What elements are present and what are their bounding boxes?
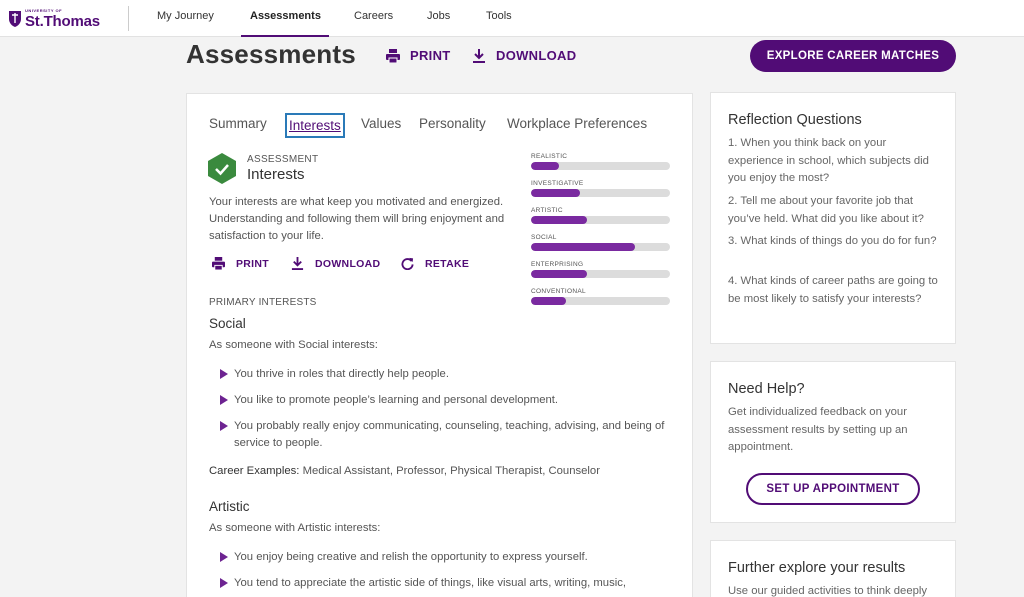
interest-bar-fill bbox=[531, 243, 636, 251]
top-nav: UNIVERSITY OF St.Thomas My Journey Asses… bbox=[0, 0, 1024, 37]
list-item: You like to promote people’s learning an… bbox=[220, 392, 670, 409]
page-title: Assessments bbox=[186, 39, 356, 69]
list-item: You tend to appreciate the artistic side… bbox=[220, 575, 670, 592]
card-print-label: PRINT bbox=[236, 257, 269, 270]
header-print-button[interactable]: PRINT bbox=[386, 48, 451, 63]
interest-bar-fill bbox=[531, 162, 559, 170]
download-icon bbox=[291, 257, 304, 270]
nav-assessments[interactable]: Assessments bbox=[250, 10, 321, 22]
nav-my-journey[interactable]: My Journey bbox=[157, 10, 214, 22]
social-title: Social bbox=[209, 316, 246, 331]
checkmark-hexagon-icon bbox=[208, 153, 236, 184]
reflection-question-2: 2. Tell me about your favorite job that … bbox=[728, 195, 924, 225]
tab-personality[interactable]: Personality bbox=[419, 116, 486, 131]
shield-icon bbox=[9, 11, 21, 27]
nav-divider bbox=[128, 6, 129, 31]
reflection-question-3: 3. What kinds of things do you do for fu… bbox=[728, 235, 937, 247]
set-up-appointment-button[interactable]: SET UP APPOINTMENT bbox=[746, 473, 920, 505]
nav-careers[interactable]: Careers bbox=[354, 10, 393, 22]
nav-active-indicator bbox=[241, 35, 329, 37]
interest-bar-label: ENTERPRISING bbox=[531, 261, 584, 268]
primary-interests-label: PRIMARY INTERESTS bbox=[209, 297, 317, 308]
interest-bar-label: CONVENTIONAL bbox=[531, 288, 586, 295]
social-intro: As someone with Social interests: bbox=[209, 339, 378, 351]
triangle-bullet-icon bbox=[220, 421, 228, 431]
nav-tools[interactable]: Tools bbox=[486, 10, 512, 22]
artistic-intro: As someone with Artistic interests: bbox=[209, 522, 381, 534]
reflection-question-4: 4. What kinds of career paths are going … bbox=[728, 275, 938, 305]
card-retake-button[interactable]: RETAKE bbox=[401, 257, 469, 270]
explore-career-matches-button[interactable]: EXPLORE CAREER MATCHES bbox=[750, 40, 956, 72]
interest-bar-fill bbox=[531, 270, 587, 278]
interest-bar-realistic: REALISTIC bbox=[531, 153, 671, 170]
interest-bar-label: SOCIAL bbox=[531, 234, 557, 241]
list-item: You thrive in roles that directly help p… bbox=[220, 366, 670, 383]
tab-workplace-preferences[interactable]: Workplace Preferences bbox=[507, 116, 647, 131]
interest-bar-social: SOCIAL bbox=[531, 234, 671, 251]
interest-bar-fill bbox=[531, 189, 580, 197]
list-item: You enjoy being creative and relish the … bbox=[220, 549, 670, 566]
download-icon bbox=[473, 48, 485, 63]
career-examples-label: Career Examples: bbox=[209, 465, 300, 477]
card-print-button[interactable]: PRINT bbox=[212, 257, 269, 270]
social-career-examples: Career Examples: Medical Assistant, Prof… bbox=[209, 465, 600, 477]
explore-title: Further explore your results bbox=[728, 560, 906, 576]
triangle-bullet-icon bbox=[220, 578, 228, 588]
triangle-bullet-icon bbox=[220, 395, 228, 405]
interest-bar-label: ARTISTIC bbox=[531, 207, 563, 214]
printer-icon bbox=[212, 257, 225, 270]
card-retake-label: RETAKE bbox=[425, 257, 470, 270]
explore-text: Use our guided activities to think deepl… bbox=[728, 585, 928, 597]
interest-bar-conventional: CONVENTIONAL bbox=[531, 288, 671, 305]
tab-values[interactable]: Values bbox=[361, 116, 401, 131]
help-title: Need Help? bbox=[728, 381, 805, 397]
header-download-label: DOWNLOAD bbox=[496, 48, 577, 63]
university-logo[interactable]: UNIVERSITY OF St.Thomas bbox=[8, 7, 100, 31]
interest-bar-label: INVESTIGATIVE bbox=[531, 180, 584, 187]
header-download-button[interactable]: DOWNLOAD bbox=[472, 48, 576, 63]
interest-bar-investigative: INVESTIGATIVE bbox=[531, 180, 671, 197]
interest-bar-fill bbox=[531, 216, 587, 224]
header-print-label: PRINT bbox=[410, 48, 451, 63]
card-download-label: DOWNLOAD bbox=[315, 257, 381, 270]
interest-bar-fill bbox=[531, 297, 566, 305]
interest-bar-label: REALISTIC bbox=[531, 153, 568, 160]
triangle-bullet-icon bbox=[220, 552, 228, 562]
tab-interests-label: Interests bbox=[289, 118, 341, 133]
interest-bar-enterprising: ENTERPRISING bbox=[531, 261, 671, 278]
assessment-description: Your interests are what keep you motivat… bbox=[209, 196, 505, 242]
help-text: Get individualized feedback on your asse… bbox=[728, 406, 908, 453]
assessment-name: Interests bbox=[247, 166, 305, 183]
tab-summary[interactable]: Summary bbox=[209, 116, 267, 131]
tab-interests[interactable]: Interests bbox=[285, 113, 345, 138]
interest-bar-artistic: ARTISTIC bbox=[531, 207, 671, 224]
artistic-title: Artistic bbox=[209, 499, 250, 514]
retake-icon bbox=[401, 257, 414, 270]
assessment-label: ASSESSMENT bbox=[247, 154, 319, 165]
nav-jobs[interactable]: Jobs bbox=[427, 10, 450, 22]
reflection-title: Reflection Questions bbox=[728, 112, 862, 128]
printer-icon bbox=[386, 48, 400, 63]
reflection-question-1: 1. When you think back on your experienc… bbox=[728, 137, 929, 184]
logo-big-text: St.Thomas bbox=[25, 13, 100, 30]
triangle-bullet-icon bbox=[220, 369, 228, 379]
card-download-button[interactable]: DOWNLOAD bbox=[291, 257, 380, 270]
career-examples-text: Medical Assistant, Professor, Physical T… bbox=[302, 465, 600, 477]
list-item: You probably really enjoy communicating,… bbox=[220, 418, 670, 452]
